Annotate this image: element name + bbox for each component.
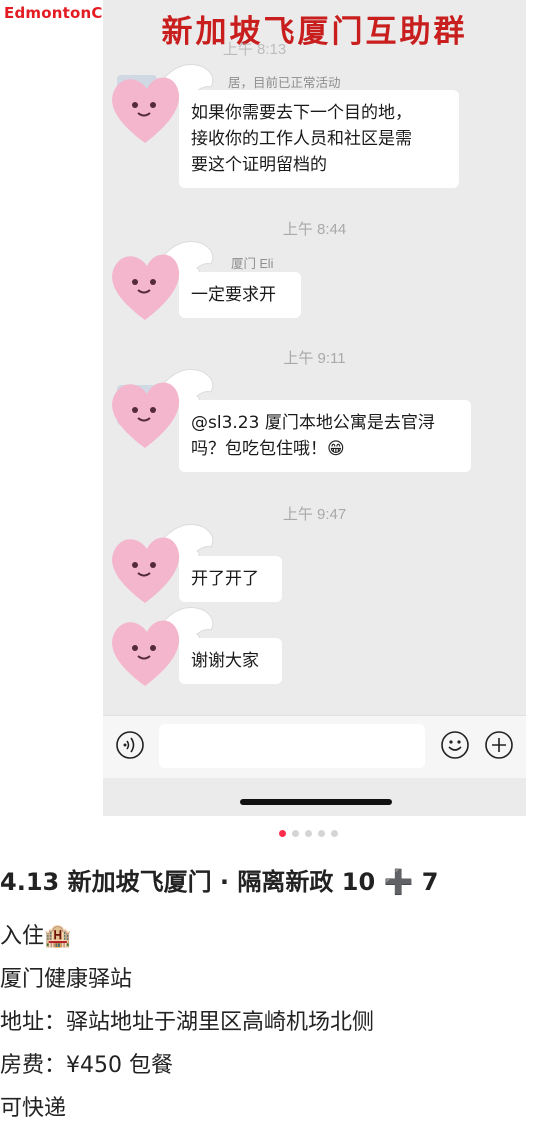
post-line: 厦门健康驿站: [0, 967, 133, 992]
carousel-dot[interactable]: [318, 830, 325, 837]
message-bubble[interactable]: 谢谢大家: [179, 638, 282, 684]
carousel-dot[interactable]: [292, 830, 299, 837]
message-bubble[interactable]: 开了开了: [179, 556, 282, 602]
sender-name: 居，目前已正常活动: [228, 76, 341, 90]
post-line: 房费：¥450 包餐: [0, 1053, 173, 1078]
post-line: 可快递: [0, 1096, 67, 1121]
carousel-indicator: [0, 828, 546, 838]
voice-icon[interactable]: [115, 730, 145, 760]
post-title: 4.13 新加坡飞厦门 · 隔离新政 10 ➕ 7: [0, 868, 439, 896]
post-line: 地址：驿站地址于湖里区高崎机场北侧: [0, 1010, 375, 1035]
chat-screenshot: 新加坡飞厦门互助群 上午 8:13 居，目前已正常活动 如果你需要去下一个目的地…: [103, 0, 526, 816]
home-indicator: [240, 799, 392, 805]
post-line: 入住🏨: [0, 924, 72, 949]
message-input[interactable]: [159, 724, 425, 768]
message-bubble[interactable]: 如果你需要去下一个目的地， 接收你的工作人员和社区是需 要这个证明留档的: [179, 90, 459, 188]
carousel-dot[interactable]: [279, 830, 286, 837]
carousel-dot[interactable]: [305, 830, 312, 837]
plus-icon[interactable]: [484, 730, 514, 760]
emoji-icon[interactable]: [440, 730, 470, 760]
sender-name: 厦门 Eli: [231, 257, 274, 271]
message-bubble[interactable]: 一定要求开: [179, 272, 301, 318]
carousel-dot[interactable]: [331, 830, 338, 837]
chat-input-bar: [103, 715, 526, 778]
message-bubble[interactable]: @sl3.23 厦门本地公寓是去官浔 吗？包吃包住哦！😁: [179, 400, 471, 472]
